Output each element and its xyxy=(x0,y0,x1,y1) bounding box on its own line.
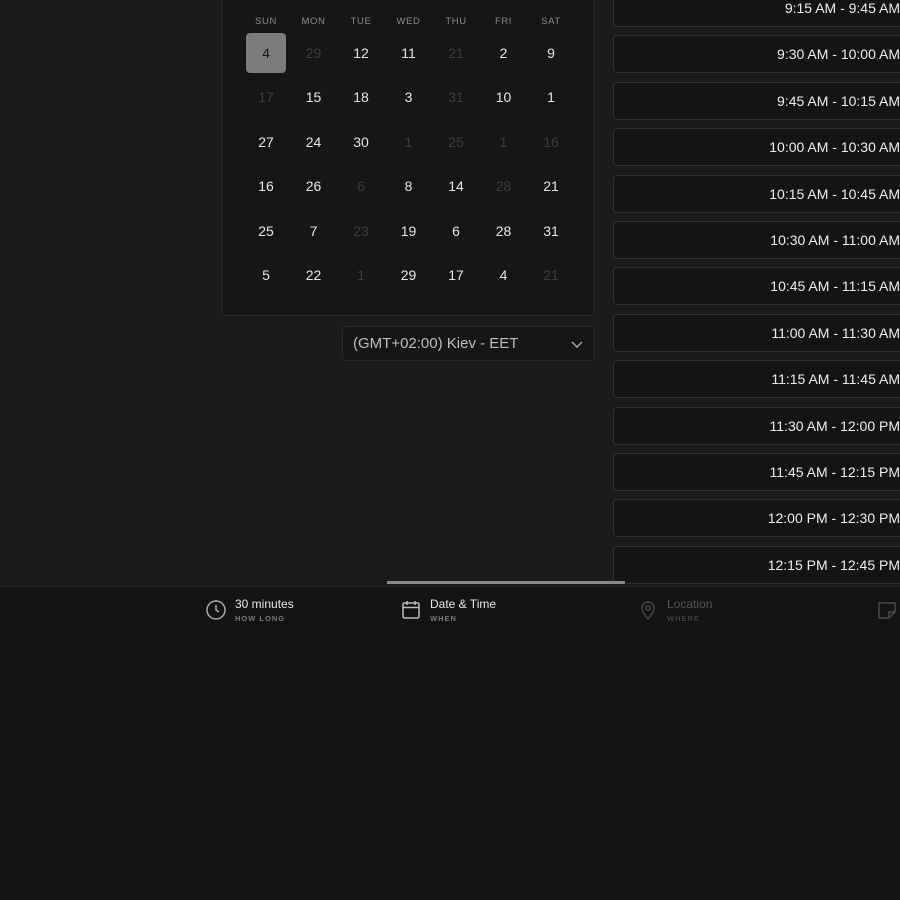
calendar-day[interactable]: 29 xyxy=(389,255,429,295)
datetime-subtitle: WHEN xyxy=(430,614,457,623)
calendar-day: 28 xyxy=(495,178,512,195)
calendar-day[interactable]: 5 xyxy=(246,255,286,295)
calendar-day[interactable]: 19 xyxy=(389,211,429,251)
time-slot-label: 10:30 AM - 11:00 AM xyxy=(770,232,900,248)
time-slot-label: 9:15 AM - 9:45 AM xyxy=(784,0,900,16)
calendar-day: 31 xyxy=(448,89,464,106)
time-slot-button[interactable]: 12:00 PM - 12:30 PM xyxy=(613,499,900,538)
duration-subtitle: HOW LONG xyxy=(235,614,286,623)
calendar-day[interactable]: 21 xyxy=(531,166,571,206)
calendar-day[interactable]: 31 xyxy=(531,211,571,251)
time-slot-label: 11:30 AM - 12:00 PM xyxy=(769,417,900,434)
time-slot-label: 11:15 AM - 11:45 AM xyxy=(771,371,900,388)
weekday-header: THU xyxy=(445,16,467,27)
weekday-header: FRI xyxy=(494,16,513,27)
calendar-day[interactable]: 14 xyxy=(436,166,476,206)
calendar-day: 1 xyxy=(404,133,413,150)
location-title: Location xyxy=(667,597,713,611)
calendar-day[interactable]: 26 xyxy=(294,166,334,206)
time-slot-button[interactable]: 10:00 AM - 10:30 AM xyxy=(613,128,900,167)
note-icon xyxy=(876,599,898,621)
time-slot-label: 10:15 AM - 10:45 AM xyxy=(769,185,900,202)
weekday-header: TUE xyxy=(350,16,372,27)
calendar-day: 21 xyxy=(448,45,464,61)
time-slot-button[interactable]: 9:15 AM - 9:45 AM xyxy=(613,0,900,27)
calendar-day: 1 xyxy=(499,133,508,150)
time-slot-label: 12:15 PM - 12:45 PM xyxy=(767,556,900,573)
time-slot-button[interactable]: 10:45 AM - 11:15 AM xyxy=(613,267,900,306)
time-slot-button[interactable]: 9:45 AM - 10:15 AM xyxy=(613,81,900,120)
calendar-day[interactable]: 3 xyxy=(389,77,429,117)
calendar-day[interactable]: 7 xyxy=(294,211,334,251)
weekday-header: SAT xyxy=(541,16,561,27)
calendar-day[interactable]: 8 xyxy=(389,166,429,206)
calendar-day-selected[interactable]: 4 xyxy=(246,33,286,73)
calendar-icon xyxy=(400,599,422,621)
time-slot-button[interactable]: 11:15 AM - 11:45 AM xyxy=(613,360,900,399)
location-subtitle: WHERE xyxy=(667,614,700,623)
weekday-header: SUN xyxy=(255,16,277,27)
calendar-day[interactable]: 10 xyxy=(484,77,524,117)
time-slot-button[interactable]: 9:30 AM - 10:00 AM xyxy=(613,35,900,74)
calendar-day[interactable]: 18 xyxy=(341,77,381,117)
nav-step-duration[interactable]: 30 minutes HOW LONG xyxy=(205,597,294,629)
time-slot-button[interactable]: 11:00 AM - 11:30 AM xyxy=(613,313,900,352)
time-slot-label: 10:00 AM - 10:30 AM xyxy=(769,139,900,156)
time-slot-button[interactable]: 11:30 AM - 12:00 PM xyxy=(613,406,900,445)
time-slot-label: 11:00 AM - 11:30 AM xyxy=(771,324,900,341)
calendar-day[interactable]: 9 xyxy=(531,33,571,73)
time-slot-label: 12:00 PM - 12:30 PM xyxy=(767,510,900,527)
map-pin-icon xyxy=(637,599,659,621)
time-slot-button[interactable]: 10:15 AM - 10:45 AM xyxy=(613,174,900,213)
weekday-header: WED xyxy=(396,16,421,27)
time-slot-button[interactable]: 10:30 AM - 11:00 AM xyxy=(613,221,900,259)
calendar-day[interactable]: 17 xyxy=(436,255,476,295)
time-slot-label: 9:45 AM - 10:15 AM xyxy=(777,92,900,109)
datetime-title: Date & Time xyxy=(430,597,497,611)
calendar-day[interactable]: 22 xyxy=(294,255,334,295)
calendar-day[interactable]: 4 xyxy=(484,255,524,295)
time-slot-label: 11:45 AM - 12:15 PM xyxy=(769,464,900,480)
calendar-day: 21 xyxy=(543,267,559,283)
calendar-day: 23 xyxy=(353,222,369,239)
nav-step-location[interactable]: Location WHERE xyxy=(637,597,712,629)
calendar-day[interactable]: 30 xyxy=(341,122,381,162)
nav-step-datetime[interactable]: Date & Time WHEN xyxy=(400,597,496,629)
calendar-day: 1 xyxy=(357,267,365,283)
time-slot-button[interactable]: 11:45 AM - 12:15 PM xyxy=(613,453,900,491)
calendar-day: 16 xyxy=(543,133,559,150)
calendar-day[interactable]: 25 xyxy=(246,211,286,251)
calendar-day[interactable]: 2 xyxy=(484,33,524,73)
calendar-day: 29 xyxy=(305,45,322,61)
nav-step-notes[interactable] xyxy=(876,597,900,629)
calendar-day[interactable]: 15 xyxy=(294,77,334,117)
calendar-day[interactable]: 16 xyxy=(246,166,286,206)
calendar-day[interactable]: 12 xyxy=(341,33,381,73)
active-tab-indicator xyxy=(387,581,625,584)
clock-icon xyxy=(205,599,227,621)
calendar-day: 6 xyxy=(357,178,365,195)
time-slot-button[interactable]: 12:15 PM - 12:45 PM xyxy=(613,545,900,584)
calendar-day[interactable]: 1 xyxy=(531,77,571,117)
calendar-day[interactable]: 11 xyxy=(389,33,429,73)
weekday-header: MON xyxy=(301,16,326,27)
calendar-day[interactable]: 24 xyxy=(294,122,334,162)
timezone-select[interactable]: (GMT+02:00) Kiev - EET xyxy=(342,326,595,361)
calendar-panel: SUN MON TUE WED THU FRI SAT 4 29 12 11 21 2 9 17 15 18 3 3… xyxy=(221,0,595,316)
timezone-value: (GMT+02:00) Kiev - EET xyxy=(353,335,519,352)
calendar-day: 17 xyxy=(258,89,274,106)
scheduler-main: SUN MON TUE WED THU FRI SAT 4 29 12 11 21 2 9 17 15 18 3 3… xyxy=(0,0,900,586)
calendar-day[interactable]: 6 xyxy=(436,211,476,251)
calendar-day[interactable]: 27 xyxy=(246,122,286,162)
chevron-down-icon xyxy=(570,337,584,351)
calendar-day[interactable]: 28 xyxy=(484,211,524,251)
calendar-day: 25 xyxy=(448,133,464,150)
duration-title: 30 minutes xyxy=(235,597,294,611)
time-slot-label: 9:30 AM - 10:00 AM xyxy=(777,46,900,63)
time-slot-label: 10:45 AM - 11:15 AM xyxy=(770,278,900,295)
